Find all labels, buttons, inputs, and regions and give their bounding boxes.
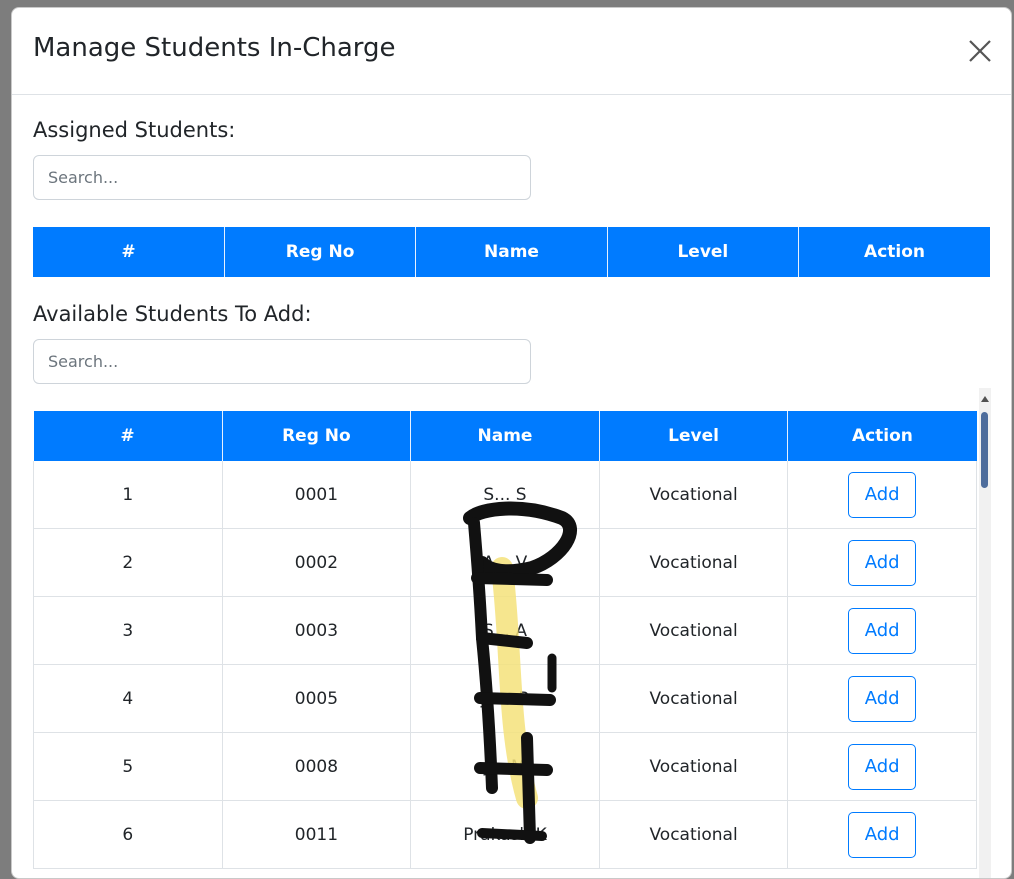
- add-button[interactable]: Add: [848, 539, 917, 586]
- modal-title: Manage Students In-Charge: [33, 33, 396, 63]
- manage-students-modal: Manage Students In-Charge Assigned Stude…: [11, 7, 1012, 879]
- student-level: Vocational: [599, 528, 789, 597]
- available-table-scroll-area[interactable]: # Reg No Name Level Action 1 0001 S... S…: [33, 388, 991, 878]
- reg-no: 0008: [222, 732, 412, 801]
- reg-no: 0003: [222, 596, 412, 665]
- column-reg-no[interactable]: Reg No: [222, 411, 412, 461]
- row-number: 4: [33, 664, 223, 733]
- student-name: J... M: [410, 732, 600, 801]
- modal-header: Manage Students In-Charge: [12, 8, 1011, 95]
- table-row: 2 0002 A... V Vocational Add: [33, 528, 977, 597]
- column-level[interactable]: Level: [607, 227, 800, 277]
- column-number[interactable]: #: [33, 227, 225, 277]
- add-button[interactable]: Add: [848, 675, 917, 722]
- reg-no: 0011: [222, 800, 412, 869]
- student-level: Vocational: [599, 461, 789, 529]
- reg-no: 0001: [222, 461, 412, 529]
- action-cell: Add: [787, 528, 977, 597]
- row-number: 3: [33, 596, 223, 665]
- assigned-table-header-row: # Reg No Name Level Action: [33, 227, 990, 277]
- add-button[interactable]: Add: [848, 811, 917, 858]
- assigned-search-input[interactable]: [33, 155, 531, 200]
- row-number: 2: [33, 528, 223, 597]
- reg-no: 0005: [222, 664, 412, 733]
- column-name[interactable]: Name: [415, 227, 608, 277]
- table-row: 1 0001 S... S Vocational Add: [33, 461, 977, 529]
- assigned-students-table: # Reg No Name Level Action: [33, 227, 990, 277]
- student-name: Prakash K: [410, 800, 600, 869]
- available-students-label: Available Students To Add:: [33, 302, 312, 326]
- table-row: 6 0011 Prakash K Vocational Add: [33, 800, 977, 869]
- column-number[interactable]: #: [33, 411, 223, 461]
- close-icon[interactable]: [967, 38, 993, 64]
- add-button[interactable]: Add: [848, 471, 917, 518]
- action-cell: Add: [787, 664, 977, 733]
- student-level: Vocational: [599, 800, 789, 869]
- student-name: S... S: [410, 461, 600, 529]
- row-number: 5: [33, 732, 223, 801]
- column-level[interactable]: Level: [599, 411, 789, 461]
- student-level: Vocational: [599, 732, 789, 801]
- student-name: Ja... P: [410, 664, 600, 733]
- available-students-table: # Reg No Name Level Action 1 0001 S... S…: [33, 411, 977, 869]
- student-level: Vocational: [599, 664, 789, 733]
- assigned-students-label: Assigned Students:: [33, 118, 236, 142]
- column-name[interactable]: Name: [410, 411, 600, 461]
- action-cell: Add: [787, 461, 977, 529]
- action-cell: Add: [787, 732, 977, 801]
- table-row: 4 0005 Ja... P Vocational Add: [33, 664, 977, 733]
- column-reg-no[interactable]: Reg No: [224, 227, 417, 277]
- student-level: Vocational: [599, 596, 789, 665]
- scrollbar-thumb[interactable]: [981, 412, 988, 488]
- available-search-input[interactable]: [33, 339, 531, 384]
- table-row: 5 0008 J... M Vocational Add: [33, 732, 977, 801]
- column-action: Action: [798, 227, 990, 277]
- row-number: 1: [33, 461, 223, 529]
- student-name: S... A: [410, 596, 600, 665]
- table-row: 3 0003 S... A Vocational Add: [33, 596, 977, 665]
- add-button[interactable]: Add: [848, 743, 917, 790]
- action-cell: Add: [787, 596, 977, 665]
- action-cell: Add: [787, 800, 977, 869]
- add-button[interactable]: Add: [848, 607, 917, 654]
- scroll-up-arrow-icon[interactable]: [981, 396, 989, 402]
- student-name: A... V: [410, 528, 600, 597]
- row-number: 6: [33, 800, 223, 869]
- vertical-scrollbar[interactable]: [979, 388, 991, 878]
- available-table-header-row: # Reg No Name Level Action: [33, 411, 977, 461]
- column-action: Action: [787, 411, 977, 461]
- reg-no: 0002: [222, 528, 412, 597]
